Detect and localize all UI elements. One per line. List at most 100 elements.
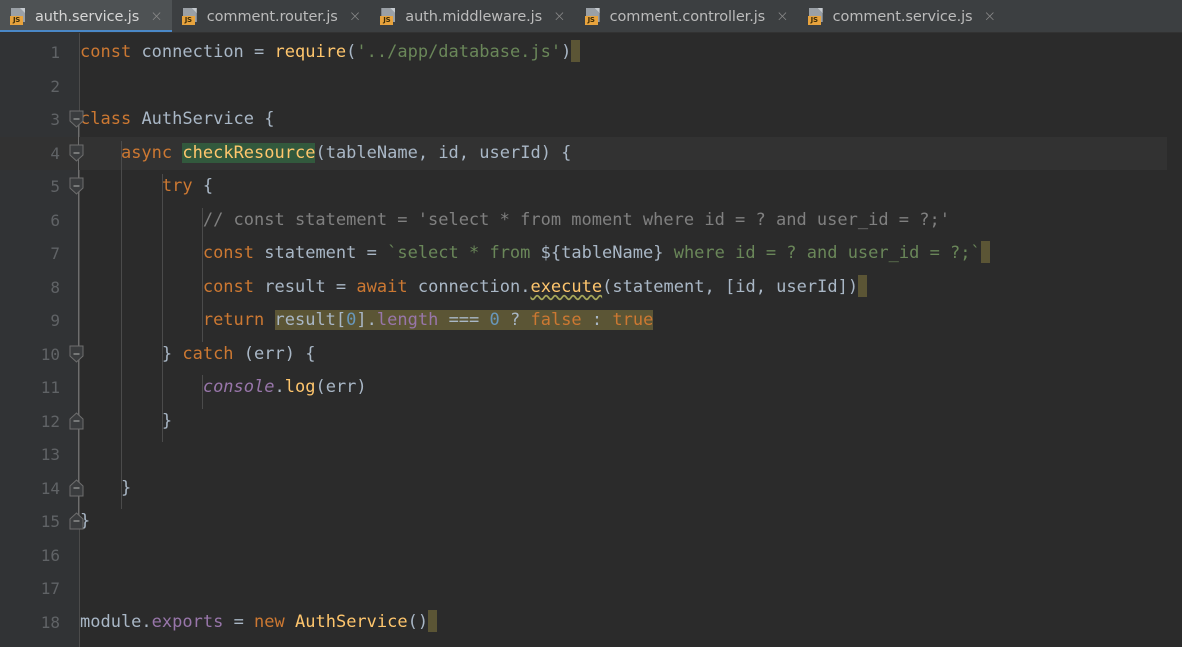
code-token: ) xyxy=(356,377,367,397)
line-number[interactable]: 5 xyxy=(0,170,60,204)
line-number[interactable]: 18 xyxy=(0,606,60,640)
line-number[interactable]: 2 xyxy=(0,70,60,104)
fold-close-icon[interactable] xyxy=(69,478,84,497)
code-token: () xyxy=(407,611,429,632)
editor-tab-bar[interactable]: JS auth.service.js × JS comment.router.js × JS… xyxy=(0,0,1182,33)
code-line-text[interactable]: console.log(err) xyxy=(80,371,367,405)
code-token: true xyxy=(612,310,654,330)
fold-open-icon[interactable] xyxy=(69,144,84,162)
code-line-text[interactable]: const result = await connection.execute(… xyxy=(80,271,868,305)
code-line-row[interactable]: 3 class AuthService { xyxy=(0,103,1182,137)
line-number[interactable]: 9 xyxy=(0,304,60,338)
js-file-icon: JS xyxy=(181,8,198,25)
code-line-row[interactable]: 15} xyxy=(0,505,1182,539)
line-number[interactable]: 16 xyxy=(0,539,60,573)
code-line-row[interactable]: 11 console.log(err) xyxy=(0,371,1182,405)
code-line-row[interactable]: 10 } catch (err) { xyxy=(0,338,1182,372)
code-line-row[interactable]: 17 xyxy=(0,572,1182,606)
code-line-text[interactable]: class AuthService { xyxy=(80,103,275,137)
editor-tab-label: comment.controller.js xyxy=(609,8,766,25)
line-number[interactable]: 11 xyxy=(0,371,60,405)
close-icon[interactable]: × xyxy=(553,9,566,24)
editor-tab-auth-middleware-js[interactable]: JS auth.middleware.js × xyxy=(370,0,574,32)
js-file-icon: JS xyxy=(807,8,824,25)
warning-token: execute xyxy=(530,276,603,297)
line-number[interactable]: 14 xyxy=(0,472,60,506)
fold-close-icon[interactable] xyxy=(69,411,84,430)
line-number[interactable]: 1 xyxy=(0,36,60,70)
line-number[interactable]: 6 xyxy=(0,204,60,238)
code-token: exports xyxy=(151,611,224,632)
code-token: result xyxy=(264,276,326,297)
code-token: length xyxy=(376,310,439,330)
close-icon[interactable]: × xyxy=(349,9,362,24)
fold-open-icon[interactable] xyxy=(69,345,84,363)
code-token: AuthService xyxy=(141,109,255,129)
code-line-text[interactable]: // const statement = 'select * from mome… xyxy=(80,204,950,238)
code-token: ${tableName} xyxy=(540,243,664,263)
editor-tab-comment-router-js[interactable]: JS comment.router.js × xyxy=(172,0,371,32)
code-line-row[interactable]: 1 const connection = require('../app/data… xyxy=(0,36,1182,70)
line-number[interactable]: 7 xyxy=(0,237,60,271)
line-number[interactable]: 12 xyxy=(0,405,60,439)
code-token: { xyxy=(192,176,214,196)
code-line-row[interactable]: 5 try { xyxy=(0,170,1182,204)
indent-guide-level-2 xyxy=(161,174,163,442)
code-token: } xyxy=(80,410,173,431)
close-icon[interactable]: × xyxy=(150,9,163,24)
code-line-row[interactable]: 7 const statement = `select * from ${tab… xyxy=(0,237,1182,271)
code-line-text[interactable]: async checkResource(tableName, id, userI… xyxy=(80,137,571,171)
fold-open-icon[interactable] xyxy=(69,110,84,128)
code-line-text[interactable]: return result[0].length === 0 ? false : … xyxy=(80,304,654,338)
code-token: catch xyxy=(182,343,234,364)
code-line-row[interactable]: 12 } xyxy=(0,405,1182,439)
code-token: where id = ? and user_id = ?;` xyxy=(663,243,981,263)
code-token: statement xyxy=(264,243,357,263)
js-badge: JS xyxy=(584,16,598,25)
code-line-row[interactable]: 18 module.exports = new AuthService() xyxy=(0,606,1182,640)
fold-open-icon[interactable] xyxy=(69,177,84,195)
fold-close-icon[interactable] xyxy=(69,512,84,530)
code-line-row[interactable]: 6 // const statement = 'select * from mo… xyxy=(0,204,1182,238)
editor-tab-comment-controller-js[interactable]: JS comment.controller.js × xyxy=(575,0,798,32)
code-token: statement xyxy=(612,276,705,297)
code-line-row[interactable]: 8 const result = await connection.execut… xyxy=(0,271,1182,305)
code-token: . xyxy=(141,611,152,632)
line-number[interactable]: 13 xyxy=(0,438,60,472)
code-line-text[interactable]: } xyxy=(80,405,172,439)
code-line-row[interactable]: 16 xyxy=(0,539,1182,573)
line-number[interactable]: 17 xyxy=(0,572,60,606)
code-line-row[interactable]: 9 return result[0].length === 0 ? false … xyxy=(0,304,1182,338)
code-token: try xyxy=(161,176,193,196)
code-line-row[interactable]: 13 xyxy=(0,438,1182,472)
code-editor-area[interactable]: 1 const connection = require('../app/data… xyxy=(0,33,1182,647)
code-line-text[interactable]: } catch (err) { xyxy=(80,338,316,372)
code-line-row[interactable]: 14 } xyxy=(0,472,1182,506)
code-line-text[interactable]: } xyxy=(80,472,131,506)
line-number[interactable]: 4 xyxy=(0,137,60,171)
text-caret xyxy=(428,609,438,632)
code-line-text[interactable]: module.exports = new AuthService() xyxy=(80,606,438,640)
line-number[interactable]: 3 xyxy=(0,103,60,137)
code-line-text[interactable]: try { xyxy=(80,170,213,204)
code-line-row[interactable]: 2 xyxy=(0,70,1182,104)
close-icon[interactable]: × xyxy=(984,9,997,24)
line-number[interactable]: 15 xyxy=(0,505,60,539)
code-token: === xyxy=(438,310,490,330)
code-line-row[interactable]: 4 async checkResource(tableName, id, use… xyxy=(0,136,1182,171)
code-line-text[interactable]: const connection = require('../app/datab… xyxy=(80,36,581,70)
editor-tab-comment-service-js[interactable]: JS comment.service.js × xyxy=(798,0,1005,32)
editor-tab-auth-service-js[interactable]: JS auth.service.js × xyxy=(0,0,172,32)
code-token: ) xyxy=(561,42,572,62)
close-icon[interactable]: × xyxy=(776,9,789,24)
code-line-text[interactable]: const statement = `select * from ${table… xyxy=(80,237,990,271)
line-number[interactable]: 8 xyxy=(0,271,60,305)
line-number[interactable]: 10 xyxy=(0,338,60,372)
code-token: result xyxy=(274,310,336,330)
code-token: ( xyxy=(315,142,326,163)
indent-guide-level-3 xyxy=(202,207,204,342)
